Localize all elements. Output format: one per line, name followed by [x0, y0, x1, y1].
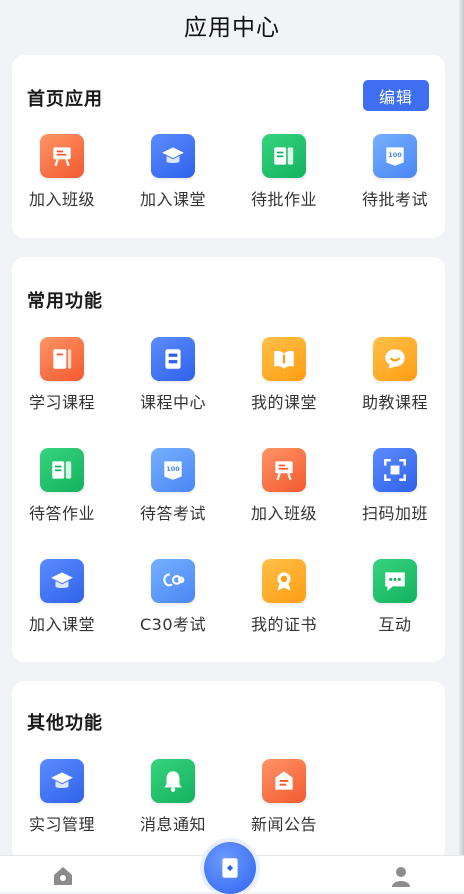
svg-text:100: 100 — [388, 151, 402, 159]
app-item-label: 我的证书 — [250, 615, 317, 634]
app-item-label: 待答作业 — [28, 504, 95, 523]
app-item[interactable]: C30考试 — [123, 559, 223, 635]
app-item-label: 消息通知 — [139, 815, 206, 834]
exam-paper-icon: 100 — [373, 134, 417, 178]
chat-bubble-icon — [373, 337, 417, 381]
app-item[interactable]: 我的证书 — [234, 559, 334, 635]
graduation-cap-icon — [40, 759, 84, 803]
user-icon[interactable] — [386, 862, 416, 890]
app-item[interactable]: 我的课堂 — [234, 337, 334, 413]
app-item-label: 课程中心 — [139, 393, 206, 412]
exam-paper-icon: 100 — [151, 448, 195, 492]
app-item-label: 实习管理 — [28, 815, 95, 834]
class-board-icon — [262, 448, 306, 492]
app-item[interactable]: 学习课程 — [12, 337, 112, 413]
certificate-icon — [262, 559, 306, 603]
app-item-label: C30考试 — [139, 615, 207, 634]
app-center-icon[interactable] — [204, 842, 256, 894]
app-item[interactable]: 100 待批考试 — [345, 134, 445, 210]
message-icon — [373, 559, 417, 603]
c30-logo-icon — [151, 559, 195, 603]
other-functions-title: 其他功能 — [27, 713, 103, 734]
app-item[interactable]: 互动 — [345, 559, 445, 635]
app-item-label: 待批作业 — [250, 190, 317, 209]
homework-icon — [40, 448, 84, 492]
app-item-label: 扫码加班 — [361, 504, 428, 523]
bell-icon — [151, 759, 195, 803]
graduation-cap-icon — [40, 559, 84, 603]
app-item[interactable]: 加入班级 — [234, 448, 334, 524]
app-item[interactable]: 新闻公告 — [234, 759, 334, 835]
scan-icon — [373, 448, 417, 492]
notebook-icon — [40, 337, 84, 381]
home-apps-title: 首页应用 — [27, 89, 103, 110]
book-icon — [262, 337, 306, 381]
class-board-icon — [40, 134, 84, 178]
app-item-label: 加入课堂 — [28, 615, 95, 634]
app-item[interactable]: 加入课堂 — [123, 134, 223, 210]
app-item-label: 助教课程 — [361, 393, 428, 412]
app-item-label: 新闻公告 — [250, 815, 317, 834]
app-item-label: 加入班级 — [250, 504, 317, 523]
app-item[interactable]: 待答作业 — [12, 448, 112, 524]
app-item-label: 我的课堂 — [250, 393, 317, 412]
app-item-label: 加入课堂 — [139, 190, 206, 209]
screen-edge-shadow — [458, 0, 464, 892]
homework-icon — [262, 134, 306, 178]
home-icon[interactable] — [48, 862, 78, 890]
app-item[interactable]: 100 待答考试 — [123, 448, 223, 524]
graduation-cap-icon — [151, 134, 195, 178]
app-item[interactable]: 待批作业 — [234, 134, 334, 210]
app-item-label: 待答考试 — [139, 504, 206, 523]
app-item[interactable]: 消息通知 — [123, 759, 223, 835]
home-apps-card: 首页应用 编辑 加入班级 加入课堂 待批作业 100 待批考试 — [12, 55, 445, 238]
page-title: 应用中心 — [184, 15, 280, 41]
app-item-label: 待批考试 — [361, 190, 428, 209]
edit-button[interactable]: 编辑 — [363, 80, 429, 111]
header: 应用中心 — [0, 0, 464, 50]
app-item[interactable]: 加入班级 — [12, 134, 112, 210]
app-item-label: 加入班级 — [28, 190, 95, 209]
app-item-label: 互动 — [378, 615, 412, 634]
app-item[interactable]: 课程中心 — [123, 337, 223, 413]
common-functions-title: 常用功能 — [27, 291, 103, 312]
common-functions-card: 常用功能 学习课程 课程中心 我的课堂 助教课程待答作业 100 待答考试 加入班级 扫码加班… — [12, 257, 445, 662]
other-functions-card: 其他功能 实习管理 消息通知 新闻公告 — [12, 681, 445, 861]
svg-text:100: 100 — [166, 465, 180, 473]
announcement-icon — [262, 759, 306, 803]
course-center-icon — [151, 337, 195, 381]
app-item[interactable]: 助教课程 — [345, 337, 445, 413]
app-item[interactable]: 加入课堂 — [12, 559, 112, 635]
app-item[interactable]: 扫码加班 — [345, 448, 445, 524]
app-item[interactable]: 实习管理 — [12, 759, 112, 835]
app-item-label: 学习课程 — [28, 393, 95, 412]
